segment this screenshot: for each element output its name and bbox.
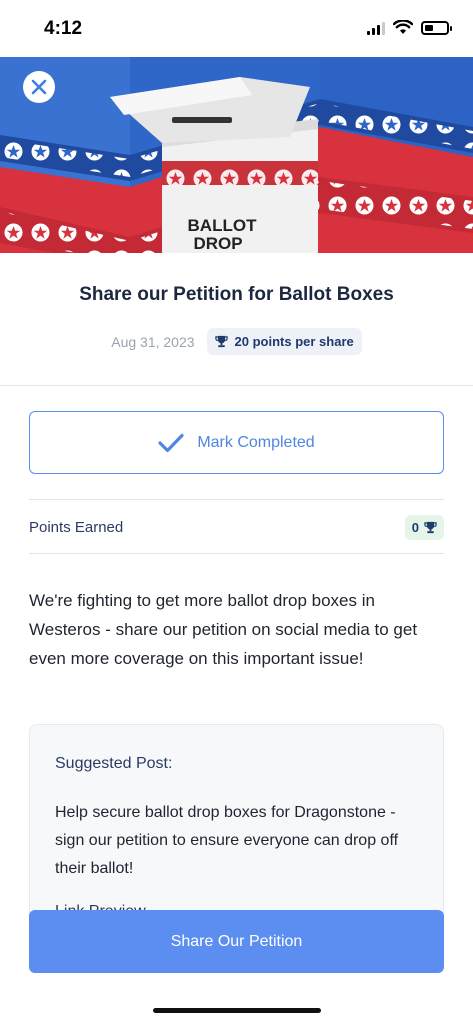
- points-per-share-label: 20 points per share: [234, 334, 354, 349]
- share-petition-button[interactable]: Share Our Petition: [29, 910, 444, 973]
- box-label-line2: DROP: [193, 234, 242, 253]
- page-title: Share our Petition for Ballot Boxes: [79, 284, 394, 305]
- divider: [29, 553, 444, 554]
- points-earned-badge: 0: [404, 514, 444, 540]
- close-button[interactable]: [23, 71, 55, 103]
- wifi-icon: [393, 20, 413, 34]
- points-per-share-badge: 20 points per share: [206, 328, 362, 355]
- status-bar: 4:12: [0, 0, 473, 57]
- description-text: We're fighting to get more ballot drop b…: [29, 591, 418, 668]
- share-petition-label: Share Our Petition: [170, 932, 303, 950]
- mark-completed-label: Mark Completed: [197, 433, 315, 451]
- meta-row: Aug 31, 2023 20 points per share: [0, 328, 473, 355]
- points-earned-value: 0: [411, 519, 419, 535]
- points-earned-label: Points Earned: [29, 518, 124, 536]
- status-time: 4:12: [44, 18, 83, 39]
- points-earned-row: Points Earned 0: [29, 512, 444, 542]
- checkmark-icon: [158, 433, 184, 452]
- cellular-signal-icon: [367, 21, 385, 35]
- section-divider: [0, 385, 473, 386]
- trophy-icon: [214, 335, 228, 348]
- battery-icon: [421, 20, 452, 35]
- trophy-icon: [424, 521, 437, 533]
- divider: [29, 499, 444, 500]
- hero-image: BALLOT DROP: [0, 57, 473, 253]
- suggested-post-body: Help secure ballot drop boxes for Dragon…: [55, 804, 399, 877]
- date-label: Aug 31, 2023: [111, 333, 195, 350]
- close-icon: [31, 79, 47, 95]
- ballot-box-illustration: BALLOT DROP: [0, 57, 473, 253]
- suggested-post-title: Suggested Post:: [55, 755, 173, 772]
- mark-completed-button[interactable]: Mark Completed: [29, 411, 444, 474]
- status-icons: [367, 20, 452, 35]
- home-indicator[interactable]: [153, 1008, 321, 1013]
- box-label-line1: BALLOT: [188, 216, 258, 235]
